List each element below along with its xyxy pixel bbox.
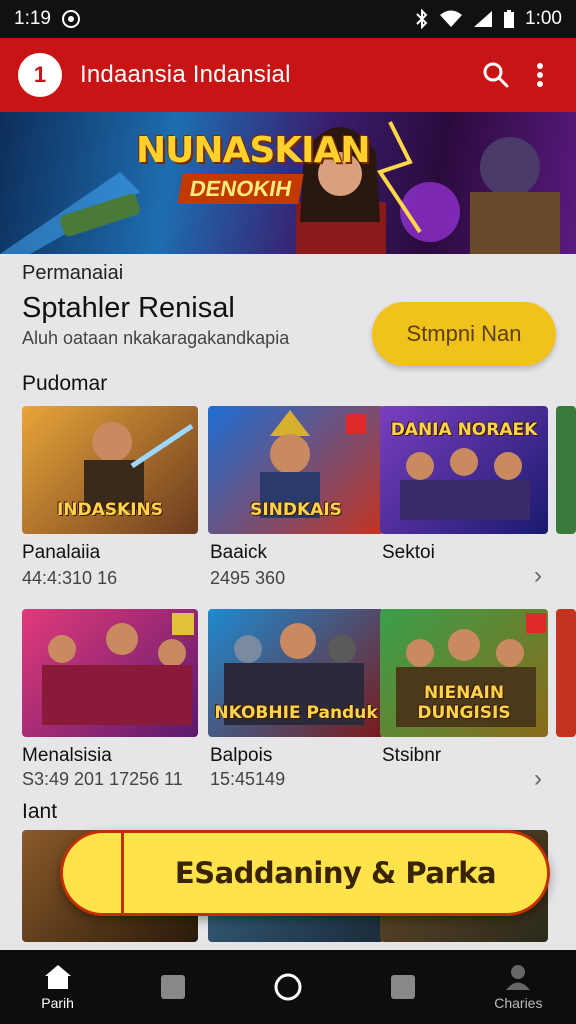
game-row: NKOBHIE Panduk NIENAIN DUNGISIS Menalsis… [0,609,576,795]
game-card[interactable]: INDASKINS [22,406,198,534]
game-row: INDASKINS SINDKAIS DANIA NORAEK Panalaii… [0,406,576,592]
nav-label: Charies [494,995,543,1011]
chevron-right-icon[interactable]: › [534,765,542,793]
search-button[interactable] [474,53,518,97]
banner-title: NUNASKIAN [136,130,371,171]
app-bar: 1 Indaansia Indansial [0,38,576,112]
battery-icon [503,9,515,29]
nav-label: Parih [41,995,74,1011]
card-subtitle: S3:49 201 17256 11 [22,769,183,789]
primary-action-button[interactable]: ESaddaniny & Parka [60,830,550,916]
card-subtitle: 2495 360 [210,568,286,588]
status-bar: 1:19 1:00 [0,0,576,38]
promo-section: Permanaiai Sptahler Renisal Aluh oataan … [0,254,576,366]
nav-item-home[interactable]: Parih [13,963,103,1011]
search-icon [483,62,509,88]
overflow-menu-button[interactable] [518,53,562,97]
signal-icon [473,10,493,28]
card-art-label: INDASKINS [56,500,164,520]
game-card-peek[interactable] [556,406,576,534]
app-logo[interactable]: 1 [18,53,62,97]
card-thumbnail: DANIA NORAEK [380,406,548,534]
game-card[interactable]: NIENAIN DUNGISIS [380,609,548,737]
card-thumbnail: INDASKINS [22,406,198,534]
card-art-label: SINDKAIS [250,500,342,520]
card-title: Sektoi [382,542,435,563]
promo-eyebrow: Permanaiai [22,262,124,284]
promo-title: Sptahler Renisal [22,292,235,324]
square-icon [391,975,416,999]
more-vert-icon [537,63,543,87]
circle-icon [274,973,302,1001]
wifi-icon [439,10,463,28]
bottom-navigation: Parih Charies [0,950,576,1024]
square-icon [160,975,185,999]
card-art-label: NKOBHIE Panduk [214,703,378,723]
nav-item-4[interactable] [358,974,448,1000]
status-time: 1:19 [14,8,51,29]
card-thumbnail [22,609,198,737]
card-title: Menalsisia [22,745,112,766]
section-heading: Iant [22,800,58,823]
notification-icon [61,9,81,29]
card-thumbnail: NIENAIN DUNGISIS [380,609,548,737]
card-art-label: NIENAIN DUNGISIS [417,683,511,723]
card-title: Baaick [210,542,268,563]
nav-item-3[interactable] [243,972,333,1002]
card-subtitle: 15:45149 [210,769,286,789]
nav-item-profile[interactable]: Charies [473,963,563,1011]
section-heading: Pudomar [22,372,108,395]
banner-subtitle: DENOKIH [177,174,305,204]
card-art-label: DANIA NORAEK [390,420,538,440]
primary-action-label: ESaddaniny & Parka [174,856,497,890]
app-logo-text: 1 [33,62,47,87]
nav-item-2[interactable] [128,974,218,1000]
game-card[interactable]: NKOBHIE Panduk [208,609,384,737]
app-title: Indaansia Indansial [80,61,291,88]
chevron-right-icon[interactable]: › [534,562,542,590]
game-card[interactable]: SINDKAIS [208,406,384,534]
card-title: Stsibnr [382,745,442,766]
promo-description: Aluh oataan nkakaragakandkapia [22,328,290,348]
status-right-time: 1:00 [525,8,562,29]
card-thumbnail: SINDKAIS [208,406,384,534]
card-title: Balpois [210,745,273,766]
bluetooth-icon [415,9,429,29]
game-card[interactable]: DANIA NORAEK [380,406,548,534]
card-subtitle: 44:4:310 16 [22,568,118,588]
game-card[interactable] [22,609,198,737]
card-title: Panalaiia [22,542,101,563]
card-thumbnail: NKOBHIE Panduk [208,609,384,737]
game-card-peek[interactable] [556,609,576,737]
person-icon [506,965,531,990]
hero-banner[interactable]: NUNASKIAN DENOKIH [0,112,576,254]
promo-button[interactable]: Stmpni Nan [372,302,556,366]
home-icon [44,965,71,989]
